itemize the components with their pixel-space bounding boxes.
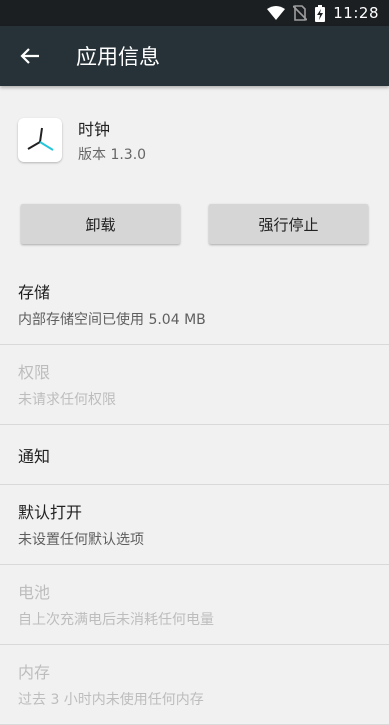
app-bar: 应用信息 — [0, 26, 389, 86]
settings-list: 存储 内部存储空间已使用 5.04 MB 权限 未请求任何权限 通知 默认打开 … — [0, 265, 389, 725]
memory-item: 内存 过去 3 小时内未使用任何内存 — [0, 645, 389, 725]
storage-subtitle: 内部存储空间已使用 5.04 MB — [18, 312, 206, 328]
open-by-default-item[interactable]: 默认打开 未设置任何默认选项 — [0, 485, 389, 565]
page-title: 应用信息 — [76, 45, 160, 69]
clock-app-icon — [18, 118, 62, 162]
arrow-back-icon — [20, 48, 39, 64]
memory-title: 内存 — [18, 663, 51, 682]
uninstall-button[interactable]: 卸载 — [21, 204, 180, 244]
permissions-title: 权限 — [18, 363, 51, 382]
app-header: 时钟 版本 1.3.0 — [0, 86, 389, 172]
battery-charging-icon — [315, 4, 326, 22]
notifications-title: 通知 — [18, 446, 51, 466]
no-sim-icon — [293, 5, 308, 21]
wifi-icon — [267, 6, 286, 20]
status-time: 11:28 — [333, 4, 379, 22]
permissions-item: 权限 未请求任何权限 — [0, 345, 389, 425]
battery-subtitle: 自上次充满电后未消耗任何电量 — [18, 612, 214, 628]
storage-title: 存储 — [18, 283, 51, 302]
action-buttons: 卸载 强行停止 — [0, 204, 389, 244]
permissions-subtitle: 未请求任何权限 — [18, 392, 116, 408]
notifications-item[interactable]: 通知 — [0, 425, 389, 485]
memory-subtitle: 过去 3 小时内未使用任何内存 — [18, 692, 204, 708]
app-version: 版本 1.3.0 — [78, 147, 147, 163]
app-name: 时钟 — [78, 120, 111, 139]
battery-title: 电池 — [18, 583, 51, 602]
back-button[interactable] — [0, 26, 60, 86]
open-by-default-subtitle: 未设置任何默认选项 — [18, 532, 144, 548]
open-by-default-title: 默认打开 — [18, 503, 83, 522]
storage-item[interactable]: 存储 内部存储空间已使用 5.04 MB — [0, 265, 389, 345]
status-bar: 11:28 — [0, 0, 389, 26]
force-stop-button[interactable]: 强行停止 — [209, 204, 368, 244]
battery-item: 电池 自上次充满电后未消耗任何电量 — [0, 565, 389, 645]
